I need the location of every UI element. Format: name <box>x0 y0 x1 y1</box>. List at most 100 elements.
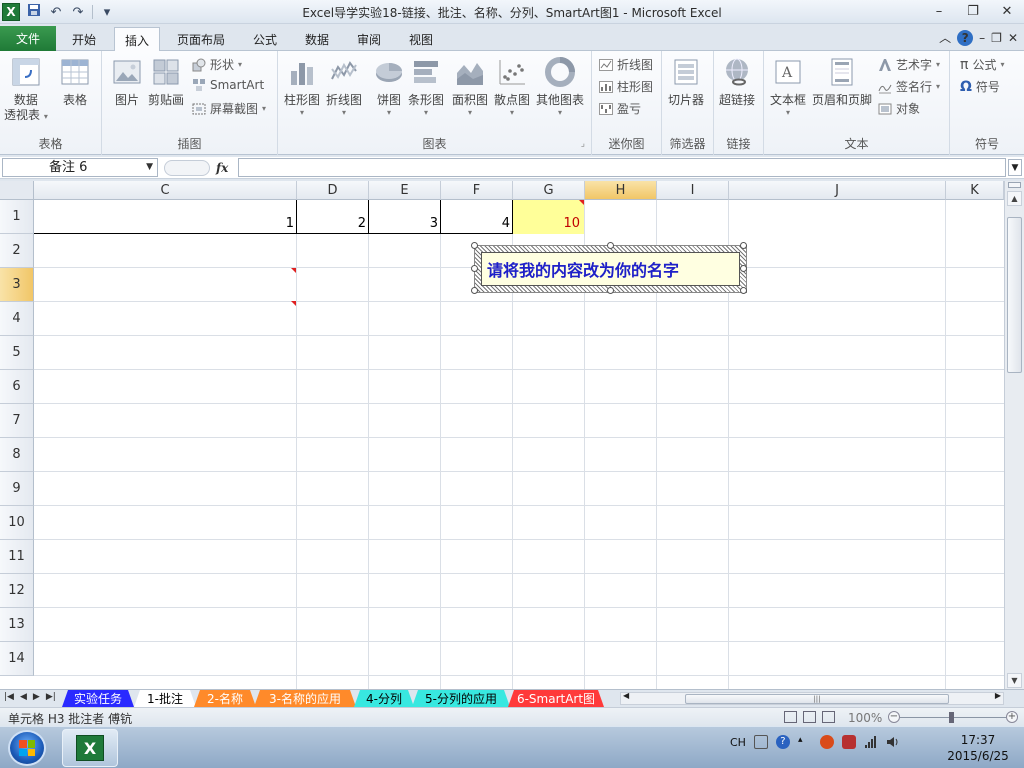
name-box-dropdown-icon[interactable]: ▼ <box>146 159 153 176</box>
bar-chart-button[interactable]: 条形图 ▾ <box>408 55 444 117</box>
row-header-1[interactable]: 1 <box>0 200 34 234</box>
table-button[interactable]: 表格 <box>58 55 92 108</box>
column-chart-button[interactable]: 柱形图 ▾ <box>284 55 320 117</box>
antivirus-tray-icon[interactable] <box>841 735 856 749</box>
comment-box[interactable]: 请将我的内容改为你的名字 <box>474 245 747 293</box>
sparkline-column-button[interactable]: 柱形图 <box>599 78 653 95</box>
keyboard-icon[interactable] <box>753 735 768 749</box>
row-header-10[interactable]: 10 <box>0 506 34 540</box>
symbol-button[interactable]: Ω 符号 <box>960 78 1000 95</box>
resize-handle[interactable] <box>740 287 747 294</box>
doc-restore-button[interactable]: ❐ <box>991 31 1002 45</box>
tab-view[interactable]: 视图 <box>399 27 443 51</box>
horizontal-scrollbar[interactable]: ◀ ||| ▶ <box>620 691 1004 705</box>
screenshot-button[interactable]: 屏幕截图 ▾ <box>192 100 266 117</box>
zoom-knob[interactable] <box>949 712 954 723</box>
start-button[interactable] <box>8 730 46 766</box>
row-header-6[interactable]: 6 <box>0 370 34 404</box>
ime-indicator[interactable]: CH <box>730 736 746 749</box>
row-header-9[interactable]: 9 <box>0 472 34 506</box>
row-header-7[interactable]: 7 <box>0 404 34 438</box>
zoom-slider[interactable]: − + <box>888 711 1018 724</box>
column-header-g[interactable]: G <box>513 181 585 200</box>
row-header-3[interactable]: 3 <box>0 268 34 302</box>
comment-text[interactable]: 请将我的内容改为你的名字 <box>481 252 740 286</box>
row-header-2[interactable]: 2 <box>0 234 34 268</box>
select-all-corner[interactable] <box>0 181 34 200</box>
doc-close-button[interactable]: ✕ <box>1008 31 1018 45</box>
network-icon[interactable] <box>864 735 878 749</box>
scroll-down-icon[interactable]: ▼ <box>1007 673 1022 688</box>
tray-options-icon[interactable]: ▴ <box>798 735 812 749</box>
tab-home[interactable]: 开始 <box>62 27 106 51</box>
column-header-d[interactable]: D <box>297 181 369 200</box>
tab-page-layout[interactable]: 页面布局 <box>167 27 235 51</box>
header-footer-button[interactable]: 页眉和页脚 <box>812 55 872 108</box>
scroll-left-icon[interactable]: ◀ <box>623 691 629 700</box>
resize-handle[interactable] <box>607 287 614 294</box>
hyperlink-button[interactable]: 超链接 <box>719 55 755 108</box>
equation-button[interactable]: π 公式 ▾ <box>960 56 1004 73</box>
minimize-button[interactable]: – <box>922 0 956 22</box>
name-box[interactable]: 备注 6 ▼ <box>2 158 158 177</box>
pie-chart-button[interactable]: 饼图 ▾ <box>372 55 406 117</box>
cell-f1[interactable]: 4 <box>441 216 512 231</box>
doc-minimize-button[interactable]: – <box>979 31 985 45</box>
formula-input[interactable] <box>238 158 1006 177</box>
cell-g1[interactable]: 10 <box>513 216 584 231</box>
sheet-tab[interactable]: 4-分列 <box>354 690 414 707</box>
help-tray-icon[interactable]: ? <box>775 735 790 749</box>
column-header-c[interactable]: C <box>34 181 297 200</box>
resize-handle[interactable] <box>471 265 478 272</box>
picture-button[interactable]: 图片 <box>110 55 144 108</box>
next-sheet-icon[interactable]: ▶ <box>33 692 40 702</box>
close-button[interactable]: ✕ <box>990 0 1024 22</box>
security-tray-icon[interactable] <box>819 735 834 749</box>
sparkline-line-button[interactable]: 折线图 <box>599 56 653 73</box>
first-sheet-icon[interactable]: |◀ <box>4 692 14 702</box>
vertical-scroll-thumb[interactable] <box>1007 217 1022 373</box>
line-chart-button[interactable]: 折线图 ▾ <box>326 55 362 117</box>
zoom-level[interactable]: 100% <box>848 711 882 725</box>
column-header-j[interactable]: J <box>729 181 946 200</box>
volume-icon[interactable] <box>886 735 900 749</box>
help-icon[interactable]: ? <box>957 29 974 46</box>
other-charts-button[interactable]: 其他图表 ▾ <box>536 55 584 117</box>
prev-sheet-icon[interactable]: ◀ <box>20 692 27 702</box>
column-header-h[interactable]: H <box>585 181 657 200</box>
tab-data[interactable]: 数据 <box>295 27 339 51</box>
expand-formula-bar-icon[interactable]: ▼ <box>1008 159 1022 176</box>
sheet-tab[interactable]: 2-名称 <box>194 690 256 707</box>
worksheet-grid[interactable]: C D E F G H I J K 1 2 3 4 5 6 7 8 9 10 1… <box>0 181 1004 689</box>
row-header-13[interactable]: 13 <box>0 608 34 642</box>
scroll-right-icon[interactable]: ▶ <box>995 691 1001 700</box>
cell-d1[interactable]: 2 <box>297 216 368 231</box>
restore-button[interactable]: ❐ <box>956 0 990 22</box>
tab-formulas[interactable]: 公式 <box>243 27 287 51</box>
wordart-button[interactable]: 艺术字 ▾ <box>878 56 940 73</box>
resize-handle[interactable] <box>471 242 478 249</box>
last-sheet-icon[interactable]: ▶| <box>46 692 56 702</box>
resize-handle[interactable] <box>471 287 478 294</box>
column-header-i[interactable]: I <box>657 181 729 200</box>
resize-handle[interactable] <box>607 242 614 249</box>
column-header-k[interactable]: K <box>946 181 1004 200</box>
cell-c1[interactable]: 1 <box>34 216 296 231</box>
charts-dialog-launcher-icon[interactable]: ⌟ <box>581 139 585 149</box>
page-layout-view-icon[interactable] <box>803 711 816 723</box>
tab-insert[interactable]: 插入 <box>114 27 161 52</box>
collapse-ribbon-icon[interactable]: ︿ <box>939 29 951 46</box>
row-header-5[interactable]: 5 <box>0 336 34 370</box>
insert-function-icon[interactable]: fx <box>216 161 228 175</box>
vertical-scrollbar[interactable]: ▲ ▼ <box>1004 181 1024 689</box>
taskbar-excel[interactable]: X <box>62 729 118 767</box>
zoom-in-icon[interactable]: + <box>1006 711 1018 723</box>
column-header-f[interactable]: F <box>441 181 513 200</box>
tab-review[interactable]: 审阅 <box>347 27 391 51</box>
row-header-12[interactable]: 12 <box>0 574 34 608</box>
object-button[interactable]: 对象 <box>878 100 920 117</box>
row-header-14[interactable]: 14 <box>0 642 34 676</box>
page-break-view-icon[interactable] <box>822 711 835 723</box>
smartart-button[interactable]: SmartArt <box>192 78 264 92</box>
sheet-tab[interactable]: 3-名称的应用 <box>254 690 356 707</box>
